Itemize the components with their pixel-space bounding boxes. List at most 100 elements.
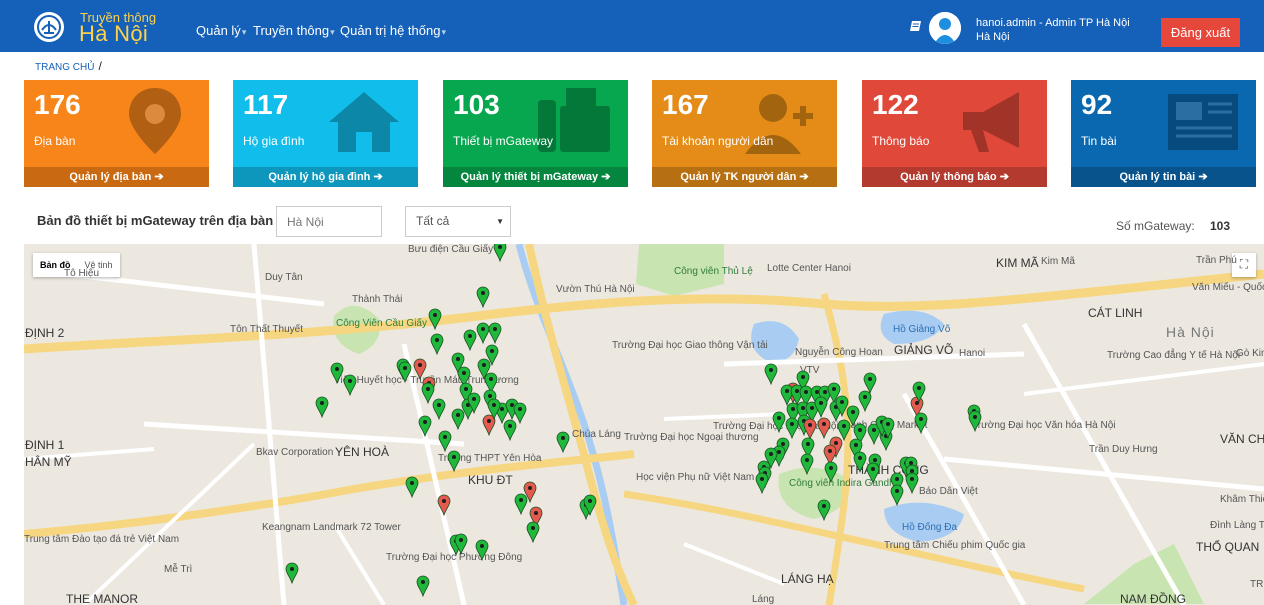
gateway-marker-online[interactable] [526, 521, 540, 543]
gateway-marker-online[interactable] [463, 329, 477, 351]
gateway-marker-online[interactable] [866, 462, 880, 484]
stat-link[interactable]: Quản lý thiết bị mGateway ➔ [443, 167, 628, 187]
area-search-input[interactable] [276, 206, 382, 237]
nav-manage[interactable]: Quản lý▾ [196, 23, 246, 38]
gateway-marker-online[interactable] [513, 402, 527, 424]
stat-link-label: Quản lý thông báo [900, 171, 997, 183]
map-pin-icon [912, 381, 926, 403]
gateway-marker-online[interactable] [785, 417, 799, 439]
map-place-label: Tôn Thất Thuyết [230, 324, 304, 335]
gateway-marker-online[interactable] [556, 431, 570, 453]
breadcrumb-separator: / [98, 59, 102, 73]
map-place-label: LÁNG HẠ [781, 572, 834, 586]
stat-link[interactable]: Quản lý hộ gia đình ➔ [233, 167, 418, 187]
map-place-label: Khâm Thiên [1220, 494, 1264, 505]
user-avatar[interactable] [929, 12, 961, 44]
stat-label: Hộ gia đình [243, 134, 305, 148]
city-logo-icon[interactable] [34, 12, 64, 42]
gateway-marker-online[interactable] [853, 451, 867, 473]
status-select-value: Tất cả [416, 214, 450, 228]
gateway-marker-online[interactable] [343, 374, 357, 396]
gateway-marker-online[interactable] [475, 539, 489, 561]
gateway-marker-online[interactable] [330, 362, 344, 384]
gateway-marker-online[interactable] [438, 430, 452, 452]
gateway-marker-online[interactable] [881, 417, 895, 439]
map-pin-icon [866, 462, 880, 484]
newspaper-icon [1162, 86, 1242, 156]
gateway-marker-online[interactable] [418, 415, 432, 437]
gateway-marker-online[interactable] [814, 396, 828, 418]
gateway-marker-online[interactable] [817, 499, 831, 521]
map-pin-icon [881, 417, 895, 439]
gateway-marker-online[interactable] [398, 361, 412, 383]
gateway-marker-online[interactable] [467, 392, 481, 414]
map-pin-icon [343, 374, 357, 396]
gateway-marker-offline[interactable] [437, 494, 451, 516]
map-place-label: Hồ Đống Đa [902, 522, 958, 533]
stat-value: 167 [662, 89, 709, 120]
map-pin-icon [755, 472, 769, 494]
nav-communication[interactable]: Truyền thông▾ [253, 23, 335, 38]
map-pin-icon [416, 575, 430, 597]
map-place-label: ĐỊNH 2 [25, 326, 65, 340]
map-place-label: Đình Làng Th [1210, 520, 1264, 531]
caret-down-icon: ▾ [241, 27, 247, 37]
gateway-marker-online[interactable] [772, 411, 786, 433]
map-pin-icon [914, 412, 928, 434]
status-select[interactable]: Tất cả ▼ [405, 206, 511, 237]
gateway-marker-online[interactable] [315, 396, 329, 418]
gateway-marker-online[interactable] [451, 408, 465, 430]
breadcrumb-home[interactable]: TRANG CHỦ [35, 62, 94, 73]
map-place-label: Trần Phú [1196, 255, 1237, 266]
arrow-circle-right-icon: ➔ [373, 171, 383, 183]
stat-link[interactable]: Quản lý địa bàn ➔ [24, 167, 209, 187]
map-pin-icon [817, 499, 831, 521]
stat-value: 92 [1081, 89, 1113, 120]
gateway-marker-online[interactable] [583, 494, 597, 516]
gateway-marker-online[interactable] [764, 363, 778, 385]
gateway-marker-online[interactable] [800, 453, 814, 475]
stat-link[interactable]: Quản lý TK người dân ➔ [652, 167, 837, 187]
map-pin-icon [487, 398, 501, 420]
gateway-marker-online[interactable] [454, 533, 468, 555]
gateway-marker-online[interactable] [447, 450, 461, 472]
gateway-marker-online[interactable] [432, 398, 446, 420]
stat-link[interactable]: Quản lý thông báo ➔ [862, 167, 1047, 187]
logout-button[interactable]: Đăng xuất [1161, 18, 1240, 47]
gateway-marker-online[interactable] [890, 484, 904, 506]
gateway-marker-online[interactable] [476, 286, 490, 308]
map-place-label: Kim Mã [1041, 256, 1075, 267]
book-icon[interactable] [909, 19, 923, 33]
gateway-marker-online[interactable] [428, 308, 442, 330]
gateway-marker-online[interactable] [416, 575, 430, 597]
stat-tile: 167 Tài khoản người dân Quản lý TK người d… [652, 80, 837, 187]
gateway-marker-online[interactable] [914, 412, 928, 434]
gateway-map[interactable]: Bản đồ Vệ tinh ⛶ Bưu điện Cầu Giấy Vườn T… [24, 244, 1264, 605]
map-pin-icon [432, 398, 446, 420]
gateway-marker-online[interactable] [863, 372, 877, 394]
user-name[interactable]: hanoi.admin - Admin TP Hà Nội [976, 17, 1130, 29]
map-pin-icon [526, 521, 540, 543]
gateway-marker-online[interactable] [755, 472, 769, 494]
gateway-marker-online[interactable] [430, 333, 444, 355]
map-place-label: ĐỊNH 1 [25, 438, 65, 452]
stat-value: 103 [453, 89, 500, 120]
gateway-marker-online[interactable] [285, 562, 299, 584]
gateway-marker-online[interactable] [405, 476, 419, 498]
map-place-label: Hanoi [959, 348, 986, 359]
gateway-marker-online[interactable] [905, 472, 919, 494]
gateway-marker-online[interactable] [912, 381, 926, 403]
map-section-title: Bản đồ thiết bị mGateway trên địa bàn [37, 213, 274, 228]
gateway-marker-online[interactable] [488, 322, 502, 344]
gateway-marker-online[interactable] [968, 410, 982, 432]
gateway-marker-online[interactable] [487, 398, 501, 420]
stat-label: Tin bài [1081, 134, 1117, 148]
gateway-marker-online[interactable] [824, 461, 838, 483]
gateway-marker-online[interactable] [514, 493, 528, 515]
stat-tile: 117 Hộ gia đình Quản lý hộ gia đình ➔ [233, 80, 418, 187]
map-place-label: KHU ĐT [468, 473, 513, 487]
stat-link[interactable]: Quản lý tin bài ➔ [1071, 167, 1256, 187]
gateway-marker-online[interactable] [493, 244, 507, 262]
map-pin-icon [764, 363, 778, 385]
nav-system-admin[interactable]: Quản trị hệ thống▾ [340, 23, 446, 38]
